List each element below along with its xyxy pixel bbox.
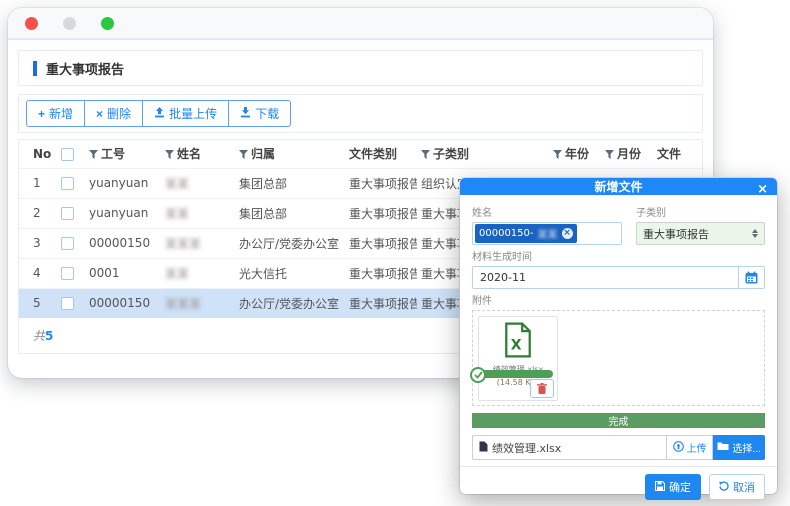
filter-icon[interactable] [421, 148, 430, 162]
row-checkbox[interactable] [61, 207, 74, 220]
download-button[interactable]: 下载 [229, 100, 291, 127]
subcategory-selected-value: 重大事项报告 [643, 226, 709, 242]
select-all-checkbox[interactable] [61, 148, 74, 161]
total-count-prefix: 共 [33, 329, 45, 343]
col-month[interactable]: 月份 [601, 140, 653, 168]
file-icon [479, 441, 488, 455]
batch-upload-button[interactable]: 批量上传 [143, 100, 229, 127]
name-field-label: 姓名 [472, 204, 622, 219]
calendar-icon[interactable] [738, 267, 764, 288]
page: 重大事项报告 + 新增 × 删除 批量上传 [0, 0, 790, 506]
title-accent-bar [33, 61, 37, 76]
upload-status-bar: 完成 [472, 413, 765, 428]
col-year[interactable]: 年份 [549, 140, 601, 168]
add-button-label: 新增 [49, 105, 73, 122]
col-org[interactable]: 归属 [235, 140, 345, 168]
upload-button[interactable]: 上传 [666, 435, 713, 460]
redacted-name: 某某 [165, 267, 189, 281]
delete-button-label: 删除 [107, 105, 131, 122]
redacted-name: 某某某 [165, 297, 201, 311]
maximize-window-button[interactable] [101, 17, 114, 30]
redacted-name: 某某 [165, 177, 189, 191]
date-input[interactable]: 2020-11 [472, 266, 765, 289]
filter-icon[interactable] [605, 148, 614, 162]
delete-button[interactable]: × 删除 [85, 100, 143, 127]
close-window-button[interactable] [25, 17, 38, 30]
col-select [57, 140, 85, 168]
filter-icon[interactable] [553, 148, 562, 162]
file-path-value: 绩效管理.xlsx [492, 440, 561, 456]
modal-header: 新增文件 × [460, 178, 777, 195]
subcategory-select[interactable]: 重大事项报告 [636, 222, 765, 245]
choose-file-button[interactable]: 选择... [713, 435, 765, 460]
total-count: 5 [45, 329, 53, 343]
name-input[interactable]: 00000150- 某某 × [472, 222, 622, 245]
confirm-button[interactable]: 确定 [645, 474, 701, 500]
date-value: 2020-11 [473, 271, 738, 284]
check-circle-icon [470, 367, 486, 383]
file-path-field[interactable]: 绩效管理.xlsx [472, 435, 666, 460]
download-icon [240, 107, 251, 121]
col-file: 文件 [653, 140, 702, 168]
undo-icon [719, 481, 729, 494]
redacted-name: 某某 [165, 207, 189, 221]
table-header-row: No 工号 姓名 归属 文件类别 子类别 年份 月份 文件 [19, 140, 702, 168]
upload-icon [154, 107, 165, 121]
upload-status-label: 完成 [609, 413, 629, 428]
redacted-name: 某某某 [165, 237, 201, 251]
col-subcategory[interactable]: 子类别 [417, 140, 549, 168]
download-button-label: 下载 [255, 105, 279, 122]
row-checkbox[interactable] [61, 237, 74, 250]
remove-tag-icon[interactable]: × [562, 228, 573, 239]
page-title-panel: 重大事项报告 [18, 50, 703, 86]
select-arrows-icon [752, 229, 758, 238]
cancel-button[interactable]: 取消 [709, 474, 765, 500]
upload-circle-icon [673, 441, 684, 455]
modal-body: 姓名 00000150- 某某 × 子类别 重大事项报告 [460, 195, 777, 466]
attachment-dropzone[interactable]: X 绩效管理.xlsx (14.58 KB) [472, 310, 765, 406]
name-tag: 00000150- 某某 × [475, 224, 577, 243]
add-file-modal: 新增文件 × 姓名 00000150-某某 × 子类别 重大 [460, 178, 777, 494]
plus-icon: + [38, 108, 45, 120]
upload-progress-bar [475, 370, 553, 378]
folder-icon [717, 441, 729, 454]
svg-text:X: X [511, 337, 522, 353]
col-category: 文件类别 [345, 140, 417, 168]
add-button[interactable]: + 新增 [26, 100, 85, 127]
filter-icon[interactable] [89, 148, 98, 162]
close-icon[interactable]: × [757, 182, 768, 197]
toolbar: + 新增 × 删除 批量上传 下载 [18, 94, 703, 133]
file-input-group: 绩效管理.xlsx 上传 选择... [472, 435, 765, 460]
batch-upload-button-label: 批量上传 [169, 105, 217, 122]
name-tag-id: 00000150- [479, 228, 534, 239]
save-icon [655, 481, 665, 494]
cancel-button-label: 取消 [733, 479, 755, 495]
minimize-window-button[interactable] [63, 17, 76, 30]
attachment-field-label: 附件 [472, 292, 765, 307]
filter-icon[interactable] [239, 148, 248, 162]
filter-icon[interactable] [165, 148, 174, 162]
name-tag-redacted-name: 某某 [538, 226, 558, 241]
delete-file-button[interactable] [530, 379, 554, 398]
excel-file-icon: X [503, 322, 533, 362]
subcategory-field-label: 子类别 [636, 204, 765, 219]
confirm-button-label: 确定 [669, 479, 691, 495]
toolbar-button-group: + 新增 × 删除 批量上传 下载 [26, 100, 291, 127]
upload-button-label: 上传 [687, 440, 707, 455]
modal-footer: 确定 取消 [460, 466, 777, 506]
uploaded-file-card: X 绩效管理.xlsx (14.58 KB) [478, 316, 558, 401]
window-titlebar [8, 8, 713, 40]
modal-title: 新增文件 [594, 178, 642, 195]
date-field-label: 材料生成时间 [472, 248, 765, 263]
row-checkbox[interactable] [61, 177, 74, 190]
choose-file-button-label: 选择... [732, 440, 760, 455]
row-checkbox[interactable] [61, 267, 74, 280]
trash-icon [537, 383, 547, 394]
col-name[interactable]: 姓名 [161, 140, 235, 168]
col-no: No [19, 140, 57, 168]
page-title: 重大事项报告 [46, 59, 124, 78]
x-icon: × [96, 108, 103, 120]
row-checkbox[interactable] [61, 297, 74, 310]
col-emp-id[interactable]: 工号 [85, 140, 161, 168]
